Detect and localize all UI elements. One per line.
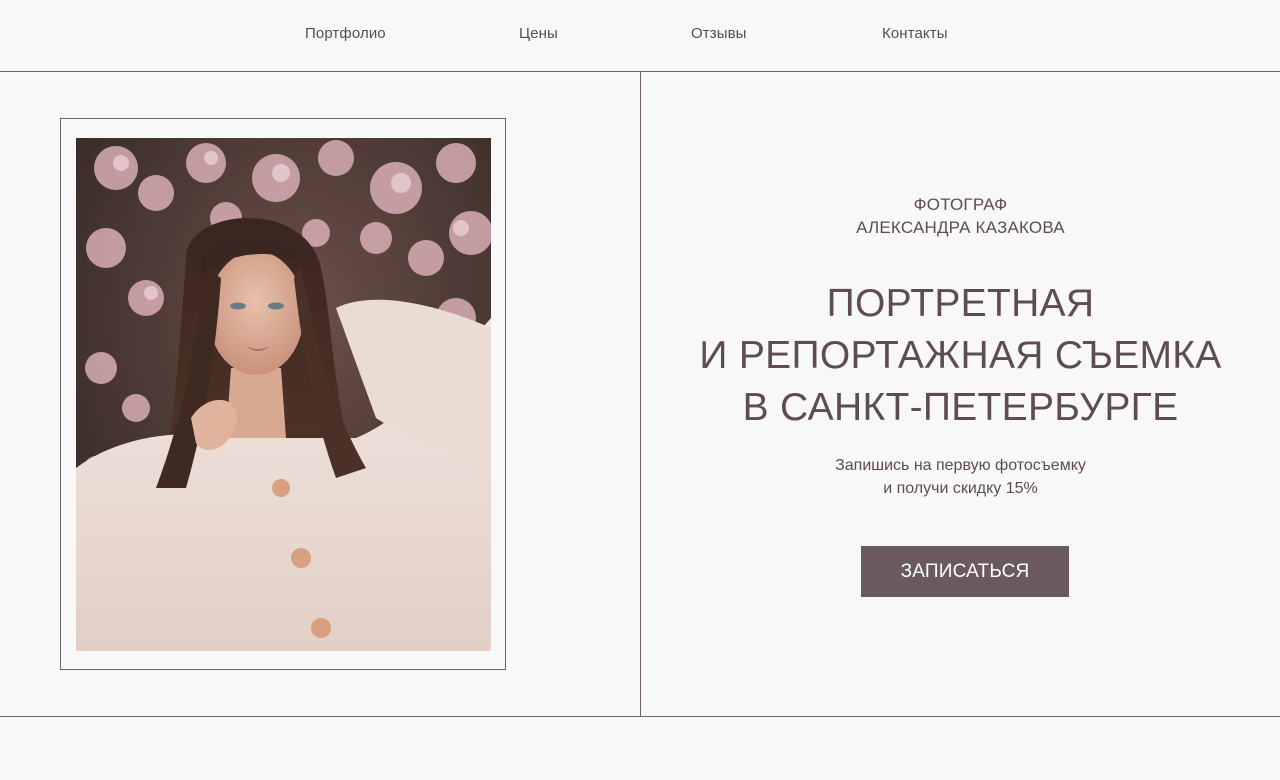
hero-section: ФОТОГРАФ АЛЕКСАНДРА КАЗАКОВА ПОРТРЕТНАЯ … (641, 72, 1280, 716)
book-session-button[interactable]: ЗАПИСАТЬСЯ (861, 546, 1069, 597)
nav-link-prices[interactable]: Цены (519, 25, 558, 42)
offer-line-1: Запишись на первую фотосъемку (835, 457, 1086, 474)
photographer-name: ФОТОГРАФ АЛЕКСАНДРА КАЗАКОВА (641, 193, 1280, 239)
section-divider (0, 716, 1280, 717)
nav-link-contacts[interactable]: Контакты (882, 25, 948, 42)
hero-headline: ПОРТРЕТНАЯ И РЕПОРТАЖНАЯ СЪЕМКА В САНКТ-… (641, 278, 1280, 434)
top-navigation: Портфолио Цены Отзывы Контакты (0, 0, 1280, 71)
headline-line-3: В САНКТ-ПЕТЕРБУРГЕ (742, 386, 1179, 429)
headline-line-1: ПОРТРЕТНАЯ (826, 282, 1095, 325)
offer-line-2: и получи скидку 15% (883, 480, 1038, 497)
headline-line-2: И РЕПОРТАЖНАЯ СЪЕМКА (699, 334, 1222, 377)
portrait-photo (76, 138, 491, 651)
nav-link-portfolio[interactable]: Портфолио (305, 25, 386, 42)
eyebrow-line-2: АЛЕКСАНДРА КАЗАКОВА (856, 218, 1065, 237)
nav-link-reviews[interactable]: Отзывы (691, 25, 747, 42)
eyebrow-line-1: ФОТОГРАФ (913, 195, 1008, 214)
discount-offer: Запишись на первую фотосъемку и получи с… (641, 454, 1280, 500)
